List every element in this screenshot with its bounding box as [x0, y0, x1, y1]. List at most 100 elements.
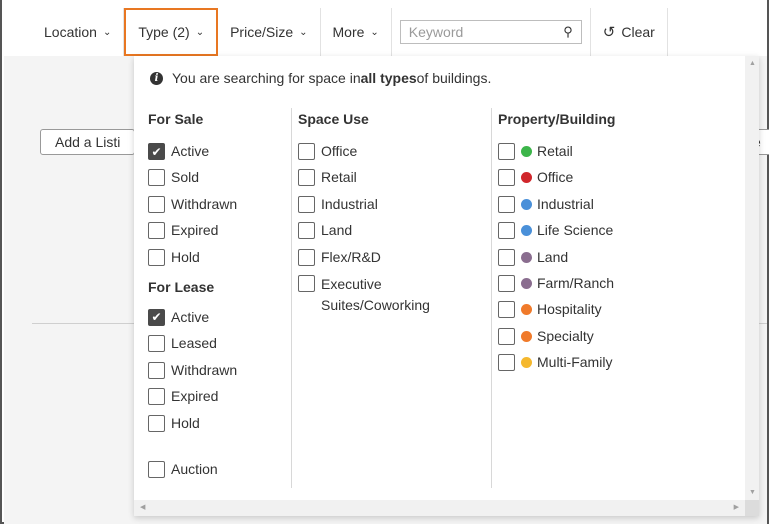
checkbox[interactable] — [498, 327, 515, 345]
more-filter-label: More — [332, 24, 365, 40]
filter-option[interactable]: Multi-Family — [498, 353, 738, 379]
checkmark-icon: ✔ — [151, 144, 162, 159]
option-label: Sold — [171, 169, 200, 186]
filter-option[interactable]: Land — [298, 221, 488, 247]
color-dot-icon — [521, 251, 532, 263]
type-filter-button[interactable]: Type (2) ⌄ — [124, 8, 219, 56]
filter-option[interactable]: Life Science — [498, 221, 738, 247]
checkbox[interactable] — [298, 248, 315, 266]
filter-option[interactable]: Farm/Ranch — [498, 274, 738, 300]
option-label: Executive Suites/Coworking — [321, 275, 430, 313]
checkbox[interactable] — [148, 361, 165, 379]
filter-option[interactable]: Withdrawn — [148, 195, 288, 221]
filter-option[interactable]: Office — [298, 142, 488, 168]
for-sale-options: ✔ Active Sold Withdrawn Expired Hold — [148, 142, 288, 274]
option-label: Hospitality — [537, 301, 602, 318]
notice-prefix: You are searching for space in — [172, 70, 361, 86]
keyword-input[interactable]: Keyword ⚲ — [399, 20, 582, 44]
search-icon[interactable]: ⚲ — [563, 24, 573, 40]
option-label: Expired — [171, 388, 219, 405]
filter-option[interactable]: Withdrawn — [148, 361, 288, 387]
column-divider — [291, 108, 292, 488]
filter-option[interactable]: ✔ Active — [148, 142, 288, 168]
color-dot-icon — [521, 146, 532, 157]
checkbox[interactable] — [148, 222, 165, 240]
color-dot-icon — [521, 172, 532, 184]
auction-checkbox[interactable] — [148, 460, 165, 478]
filter-option[interactable]: Hold — [148, 414, 288, 440]
checkbox[interactable] — [298, 222, 315, 240]
chevron-down-icon: ⌄ — [102, 26, 112, 38]
option-label: Expired — [171, 222, 219, 239]
color-dot-icon — [521, 330, 532, 342]
filter-option[interactable]: Specialty — [498, 327, 738, 353]
option-label: Industrial — [537, 195, 594, 212]
keyword-search: Keyword ⚲ — [392, 8, 591, 56]
filter-option[interactable]: Land — [498, 248, 738, 274]
filter-option[interactable]: ✔ Active — [148, 308, 288, 334]
checkbox[interactable] — [298, 169, 315, 187]
filter-option[interactable]: Industrial — [498, 195, 738, 221]
option-label: Office — [537, 169, 574, 186]
filter-option[interactable]: Industrial — [298, 195, 488, 221]
option-label: Life Science — [537, 222, 614, 239]
checkbox[interactable] — [498, 195, 515, 213]
location-filter-button[interactable]: Location ⌄ — [32, 8, 125, 56]
filter-option[interactable]: Hospitality — [498, 300, 738, 326]
checkbox[interactable] — [298, 143, 315, 160]
checkbox[interactable] — [148, 414, 165, 432]
checkbox[interactable] — [498, 274, 515, 292]
filter-option[interactable]: Sold — [148, 168, 288, 194]
price-size-filter-button[interactable]: Price/Size ⌄ — [218, 8, 321, 56]
space-use-column: Space Use Office Retail Industrial Land Flex… — [298, 108, 488, 318]
checkbox[interactable] — [498, 354, 515, 372]
checkbox[interactable] — [498, 169, 515, 187]
filter-option[interactable]: Office — [498, 168, 738, 194]
checkbox[interactable] — [498, 143, 515, 160]
filter-option[interactable]: Retail — [298, 168, 488, 194]
checkbox[interactable] — [498, 248, 515, 266]
filter-option[interactable]: Expired — [148, 221, 288, 247]
filter-option[interactable]: Leased — [148, 334, 288, 360]
for-sale-heading: For Sale — [148, 111, 204, 127]
clear-label: Clear — [621, 24, 655, 40]
more-filter-button[interactable]: More ⌄ — [321, 8, 392, 56]
option-label: Land — [537, 248, 569, 265]
scroll-right-icon[interactable]: ▶ — [734, 503, 739, 511]
checkbox[interactable] — [148, 169, 165, 187]
filter-option[interactable]: Executive Suites/Coworking — [298, 274, 488, 318]
option-label: Retail — [537, 143, 573, 159]
chevron-down-icon: ⌄ — [299, 26, 308, 38]
auction-option[interactable]: Auction — [148, 460, 288, 486]
scroll-left-icon[interactable]: ◀ — [140, 503, 145, 511]
info-icon: i — [150, 71, 163, 85]
option-label: Withdrawn — [171, 195, 238, 212]
checkbox[interactable] — [148, 388, 165, 406]
checkbox[interactable] — [298, 274, 315, 292]
option-label: Flex/R&D — [321, 248, 381, 265]
option-label: Specialty — [537, 327, 594, 344]
filter-option[interactable]: Expired — [148, 387, 288, 413]
space-use-options: Office Retail Industrial Land Flex/R&D Execut… — [298, 142, 488, 318]
checkbox[interactable] — [498, 222, 515, 240]
option-label: Withdrawn — [171, 361, 238, 378]
scroll-up-icon[interactable]: ▲ — [749, 60, 756, 67]
checkbox[interactable] — [298, 195, 315, 213]
reset-icon: ↺ — [602, 24, 616, 41]
add-listing-button[interactable]: Add a Listi — [40, 129, 136, 155]
clear-button[interactable]: ↺ Clear — [591, 8, 668, 56]
checkbox-checked[interactable]: ✔ — [148, 143, 165, 160]
checkbox[interactable] — [148, 195, 165, 213]
filter-option[interactable]: Hold — [148, 248, 288, 274]
filter-option[interactable]: Retail — [498, 142, 738, 168]
horizontal-scrollbar[interactable]: ◀ ▶ — [134, 500, 745, 516]
checkbox-checked[interactable]: ✔ — [148, 308, 165, 326]
checkbox[interactable] — [148, 335, 165, 353]
notice-suffix: of buildings. — [416, 70, 492, 86]
filter-option[interactable]: Flex/R&D — [298, 248, 488, 274]
vertical-scrollbar[interactable]: ▲ ▼ — [745, 56, 759, 500]
checkbox[interactable] — [148, 248, 165, 266]
checkbox[interactable] — [498, 301, 515, 319]
scroll-down-icon[interactable]: ▼ — [749, 489, 756, 496]
add-listing-label: Add a Listi — [55, 134, 121, 150]
